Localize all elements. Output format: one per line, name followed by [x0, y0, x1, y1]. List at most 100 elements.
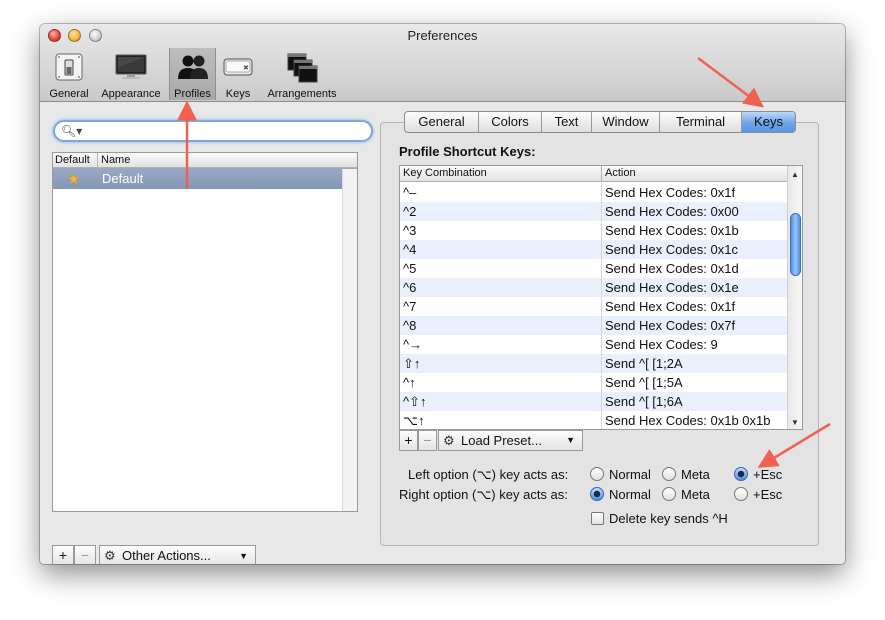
profiles-scrollbar[interactable]	[342, 169, 357, 511]
action-cell: Send ^[ [1;6A	[605, 394, 683, 409]
profile-name: Default	[102, 171, 144, 186]
tab-keys[interactable]: Keys	[742, 112, 795, 132]
monitor-icon	[115, 54, 147, 79]
toolbar-arrangements-label: Arrangements	[267, 88, 337, 100]
action-cell: Send ^[ [1;2A	[605, 356, 683, 371]
shortcut-keys-table: Key Combination Action ^– Send Hex Codes:…	[399, 165, 803, 430]
column-key-combination[interactable]: Key Combination	[403, 167, 487, 179]
people-icon	[177, 55, 208, 79]
shortcut-table-header: Key Combination Action	[400, 166, 789, 182]
search-icon: 🔍︎▾	[61, 124, 83, 138]
toolbar-profiles[interactable]: Profiles	[169, 48, 216, 100]
right-option-normal-radio[interactable]	[590, 487, 604, 501]
key-combination-cell: ^8	[403, 318, 417, 333]
table-row[interactable]: ^7 Send Hex Codes: 0x1f	[400, 297, 789, 316]
table-row[interactable]: ^⇧↑ Send ^[ [1;6A	[400, 392, 789, 411]
table-row[interactable]: ^6 Send Hex Codes: 0x1e	[400, 278, 789, 297]
shortcut-keys-title: Profile Shortcut Keys:	[399, 144, 536, 159]
gear-icon: ⚙	[443, 433, 455, 448]
key-combination-cell: ^3	[403, 223, 417, 238]
table-row[interactable]: ^3 Send Hex Codes: 0x1b	[400, 221, 789, 240]
toolbar-keys-label: Keys	[225, 88, 251, 100]
action-cell: Send Hex Codes: 0x1d	[605, 261, 739, 276]
add-shortcut-button[interactable]: +	[399, 430, 418, 451]
toolbar-profiles-label: Profiles	[174, 88, 211, 100]
right-option-meta-radio[interactable]	[662, 487, 676, 501]
column-name[interactable]: Name	[101, 154, 130, 166]
action-cell: Send Hex Codes: 0x1b	[605, 223, 739, 238]
titlebar: Preferences General Appearance Profiles …	[40, 24, 845, 102]
scroll-up-icon[interactable]: ▲	[791, 170, 799, 179]
right-option-esc-radio[interactable]	[734, 487, 748, 501]
table-row[interactable]: ⌥↑ Send Hex Codes: 0x1b 0x1b	[400, 411, 789, 429]
action-cell: Send ^[ [1;5A	[605, 375, 683, 390]
other-actions-popup[interactable]: ⚙ Other Actions... ▼	[99, 545, 256, 564]
shortcut-table-scrollbar[interactable]: ▲ ▼	[787, 166, 802, 429]
toolbar-arrangements[interactable]: Arrangements	[262, 48, 342, 100]
profiles-sidebar: 🔍︎▾ Default Name ★ Default + − ⚙ Other A…	[52, 120, 374, 564]
right-option-esc-label[interactable]: +Esc	[753, 487, 782, 502]
table-row[interactable]: ^4 Send Hex Codes: 0x1c	[400, 240, 789, 259]
star-icon: ★	[67, 171, 81, 188]
right-option-label: Right option (⌥) key acts as:	[399, 487, 568, 502]
profiles-list: Default Name ★ Default	[52, 152, 358, 512]
remove-profile-button[interactable]: −	[74, 545, 96, 564]
scroll-thumb[interactable]	[790, 213, 801, 276]
left-option-esc-radio[interactable]	[734, 467, 748, 481]
key-combination-cell: ^7	[403, 299, 417, 314]
right-option-meta-label[interactable]: Meta	[681, 487, 710, 502]
action-cell: Send Hex Codes: 0x1b 0x1b	[605, 413, 771, 428]
windows-icon	[287, 53, 318, 83]
left-option-normal-radio[interactable]	[590, 467, 604, 481]
toolbar-general-label: General	[49, 88, 89, 100]
table-row[interactable]: ^2 Send Hex Codes: 0x00	[400, 202, 789, 221]
load-preset-label: Load Preset...	[461, 433, 542, 448]
table-row[interactable]: ^8 Send Hex Codes: 0x7f	[400, 316, 789, 335]
key-combination-cell: ^4	[403, 242, 417, 257]
table-row[interactable]: ⇧↑ Send ^[ [1;2A	[400, 354, 789, 373]
action-cell: Send Hex Codes: 0x7f	[605, 318, 736, 333]
action-cell: Send Hex Codes: 0x00	[605, 204, 739, 219]
column-action[interactable]: Action	[605, 167, 636, 179]
left-option-normal-label[interactable]: Normal	[609, 467, 651, 482]
column-default[interactable]: Default	[55, 154, 90, 166]
table-row[interactable]: ^– Send Hex Codes: 0x1f	[400, 183, 789, 202]
chevron-down-icon: ▼	[566, 435, 575, 445]
toolbar-appearance[interactable]: Appearance	[96, 48, 166, 100]
key-combination-cell: ⌥↑	[403, 413, 425, 428]
toolbar-keys[interactable]: ✖ Keys	[220, 48, 256, 100]
left-option-esc-label[interactable]: +Esc	[753, 467, 782, 482]
toolbar-general[interactable]: General	[46, 48, 92, 100]
profile-row[interactable]: ★ Default	[53, 168, 357, 189]
tab-colors[interactable]: Colors	[479, 112, 542, 132]
tab-text[interactable]: Text	[542, 112, 592, 132]
table-row[interactable]: ^↑ Send ^[ [1;5A	[400, 373, 789, 392]
key-combination-cell: ^5	[403, 261, 417, 276]
action-cell: Send Hex Codes: 0x1f	[605, 299, 736, 314]
scroll-down-icon[interactable]: ▼	[791, 418, 799, 427]
load-preset-popup[interactable]: ⚙ Load Preset... ▼	[438, 430, 583, 451]
preferences-window: Preferences General Appearance Profiles …	[40, 24, 845, 564]
search-input[interactable]: 🔍︎▾	[53, 120, 373, 142]
right-option-normal-label[interactable]: Normal	[609, 487, 651, 502]
table-row[interactable]: ^→ Send Hex Codes: 9	[400, 335, 789, 354]
gear-icon: ⚙	[104, 548, 116, 563]
delete-key-checkbox[interactable]	[591, 512, 604, 525]
svg-text:✖: ✖	[243, 64, 249, 72]
action-cell: Send Hex Codes: 0x1e	[605, 280, 739, 295]
tab-terminal[interactable]: Terminal	[660, 112, 742, 132]
left-option-meta-label[interactable]: Meta	[681, 467, 710, 482]
left-option-meta-radio[interactable]	[662, 467, 676, 481]
key-combination-cell: ^↑	[403, 375, 416, 390]
key-combination-cell: ^→	[403, 337, 423, 352]
delete-key-label[interactable]: Delete key sends ^H	[609, 511, 728, 526]
switch-icon	[55, 53, 83, 81]
remove-shortcut-button[interactable]: −	[418, 430, 437, 451]
add-profile-button[interactable]: +	[52, 545, 74, 564]
key-combination-cell: ^–	[403, 185, 417, 200]
tab-general[interactable]: General	[405, 112, 479, 132]
chevron-down-icon: ▼	[239, 551, 248, 561]
table-row[interactable]: ^5 Send Hex Codes: 0x1d	[400, 259, 789, 278]
key-combination-cell: ^⇧↑	[403, 394, 427, 409]
tab-window[interactable]: Window	[592, 112, 660, 132]
